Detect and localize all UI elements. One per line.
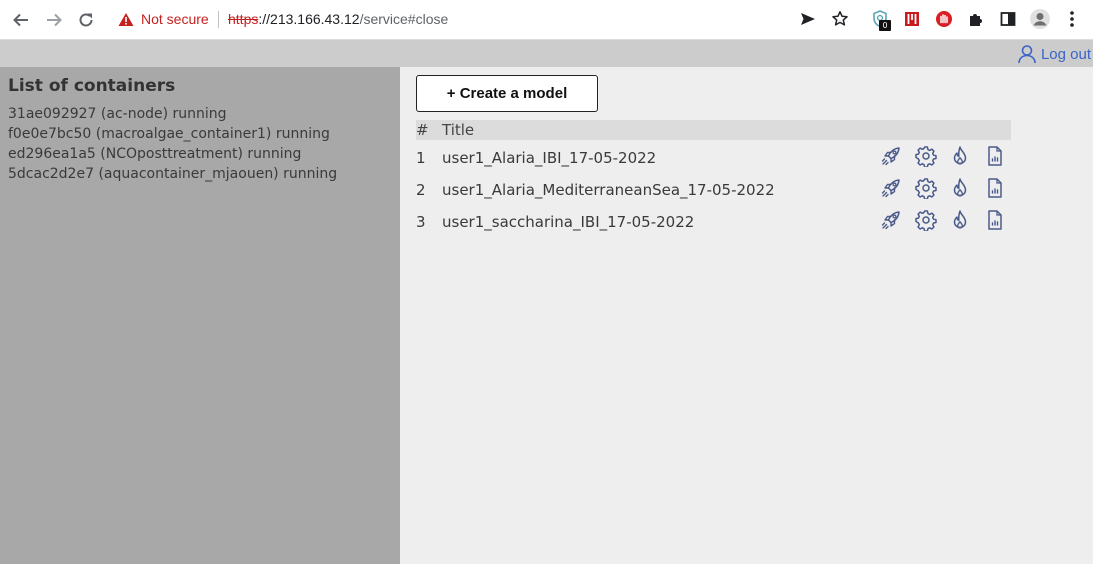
extensions-button[interactable]	[965, 8, 987, 30]
report-button[interactable]	[984, 145, 1006, 167]
run-button[interactable]	[949, 209, 971, 231]
row-number: 2	[416, 181, 426, 199]
security-status[interactable]: Not secure	[141, 11, 209, 27]
gear-icon	[914, 178, 937, 199]
table-row: 3 user1_saccharina_IBI_17-05-2022	[416, 204, 1011, 236]
containers-panel: List of containers 31ae092927 (ac-node) …	[0, 67, 400, 564]
avatar-icon	[1030, 9, 1050, 29]
table-row: 2 user1_Alaria_MediterraneanSea_17-05-20…	[416, 172, 1011, 204]
launch-button[interactable]	[880, 177, 902, 199]
url-scheme: https	[228, 11, 259, 27]
containers-list: 31ae092927 (ac-node) running f0e0e7bc50 …	[8, 104, 337, 184]
address-bar[interactable]: Not secure https://213.166.43.12/service…	[108, 4, 860, 35]
rocket-icon	[881, 179, 900, 198]
reload-button[interactable]	[74, 8, 98, 32]
models-table: # Title 1 user1_Alaria_IBI_17-05-2022 2 …	[416, 120, 1011, 236]
user-icon	[1018, 45, 1036, 64]
row-number: 3	[416, 213, 426, 231]
red-book-extension-icon	[905, 12, 919, 26]
row-actions	[880, 209, 1018, 231]
settings-button[interactable]	[914, 145, 937, 167]
container-item: f0e0e7bc50 (macroalgae_container1) runni…	[8, 126, 330, 142]
rocket-icon	[881, 147, 900, 166]
run-button[interactable]	[949, 145, 971, 167]
row-number: 1	[416, 149, 426, 167]
row-title: user1_Alaria_MediterraneanSea_17-05-2022	[442, 181, 775, 199]
row-title: user1_saccharina_IBI_17-05-2022	[442, 213, 695, 231]
url-host: ://213.166.43.12	[258, 11, 360, 27]
run-button[interactable]	[949, 177, 971, 199]
gear-icon	[914, 146, 937, 167]
app-header: Log out	[0, 40, 1093, 67]
logout-label[interactable]: Log out	[1041, 46, 1091, 63]
launch-button[interactable]	[880, 209, 902, 231]
puzzle-icon	[970, 14, 982, 26]
star-icon	[832, 11, 848, 26]
send-icon	[801, 13, 815, 25]
row-actions	[880, 145, 1018, 167]
row-actions	[880, 177, 1018, 199]
forward-arrow-icon	[47, 13, 62, 27]
column-header-number: #	[416, 121, 429, 139]
column-header-title: Title	[442, 121, 475, 139]
send-button[interactable]	[797, 8, 819, 30]
extension-shield-button[interactable]: 0	[869, 8, 891, 31]
logout-link[interactable]: Log out	[1017, 43, 1091, 65]
report-icon	[987, 210, 1002, 230]
report-button[interactable]	[984, 209, 1006, 231]
flame-icon	[953, 178, 967, 197]
report-icon	[987, 146, 1002, 166]
gear-icon	[914, 210, 937, 231]
rocket-icon	[881, 211, 900, 230]
profile-button[interactable]	[1029, 8, 1051, 30]
back-button[interactable]	[9, 8, 33, 32]
container-item: 31ae092927 (ac-node) running	[8, 106, 227, 122]
flame-icon	[953, 210, 967, 229]
containers-title: List of containers	[8, 76, 176, 96]
reload-icon	[79, 13, 93, 27]
report-button[interactable]	[984, 177, 1006, 199]
report-icon	[987, 178, 1002, 198]
back-arrow-icon	[13, 13, 28, 27]
url-text[interactable]: https://213.166.43.12/service#close	[228, 11, 448, 27]
table-row: 1 user1_Alaria_IBI_17-05-2022	[416, 140, 1011, 172]
extension-hand-button[interactable]	[933, 8, 955, 30]
kebab-menu-icon	[1070, 11, 1074, 27]
container-item: 5dcac2d2e7 (aquacontainer_mjaouen) runni…	[8, 166, 338, 182]
url-path: /service#close	[359, 11, 449, 27]
models-panel: + Create a model # Title 1 user1_Alaria_…	[400, 67, 1093, 564]
settings-button[interactable]	[914, 209, 937, 231]
browser-menu-button[interactable]	[1061, 8, 1083, 30]
forward-button[interactable]	[42, 8, 66, 32]
browser-toolbar: Not secure https://213.166.43.12/service…	[0, 0, 1093, 40]
table-header: # Title	[416, 120, 1011, 140]
side-panel-icon	[1000, 12, 1016, 26]
flame-icon	[953, 146, 967, 165]
hand-stop-extension-icon	[936, 11, 952, 27]
extension-badge: 0	[879, 20, 891, 31]
side-panel-button[interactable]	[997, 8, 1019, 30]
bookmark-button[interactable]	[829, 8, 851, 30]
launch-button[interactable]	[880, 145, 902, 167]
extension-red-book-button[interactable]	[901, 8, 923, 30]
container-item: ed296ea1a5 (NCOposttreatment) running	[8, 146, 302, 162]
warning-icon[interactable]	[118, 12, 134, 31]
row-title: user1_Alaria_IBI_17-05-2022	[442, 149, 657, 167]
settings-button[interactable]	[914, 177, 937, 199]
create-model-button[interactable]: + Create a model	[416, 75, 598, 112]
address-divider	[218, 11, 219, 28]
